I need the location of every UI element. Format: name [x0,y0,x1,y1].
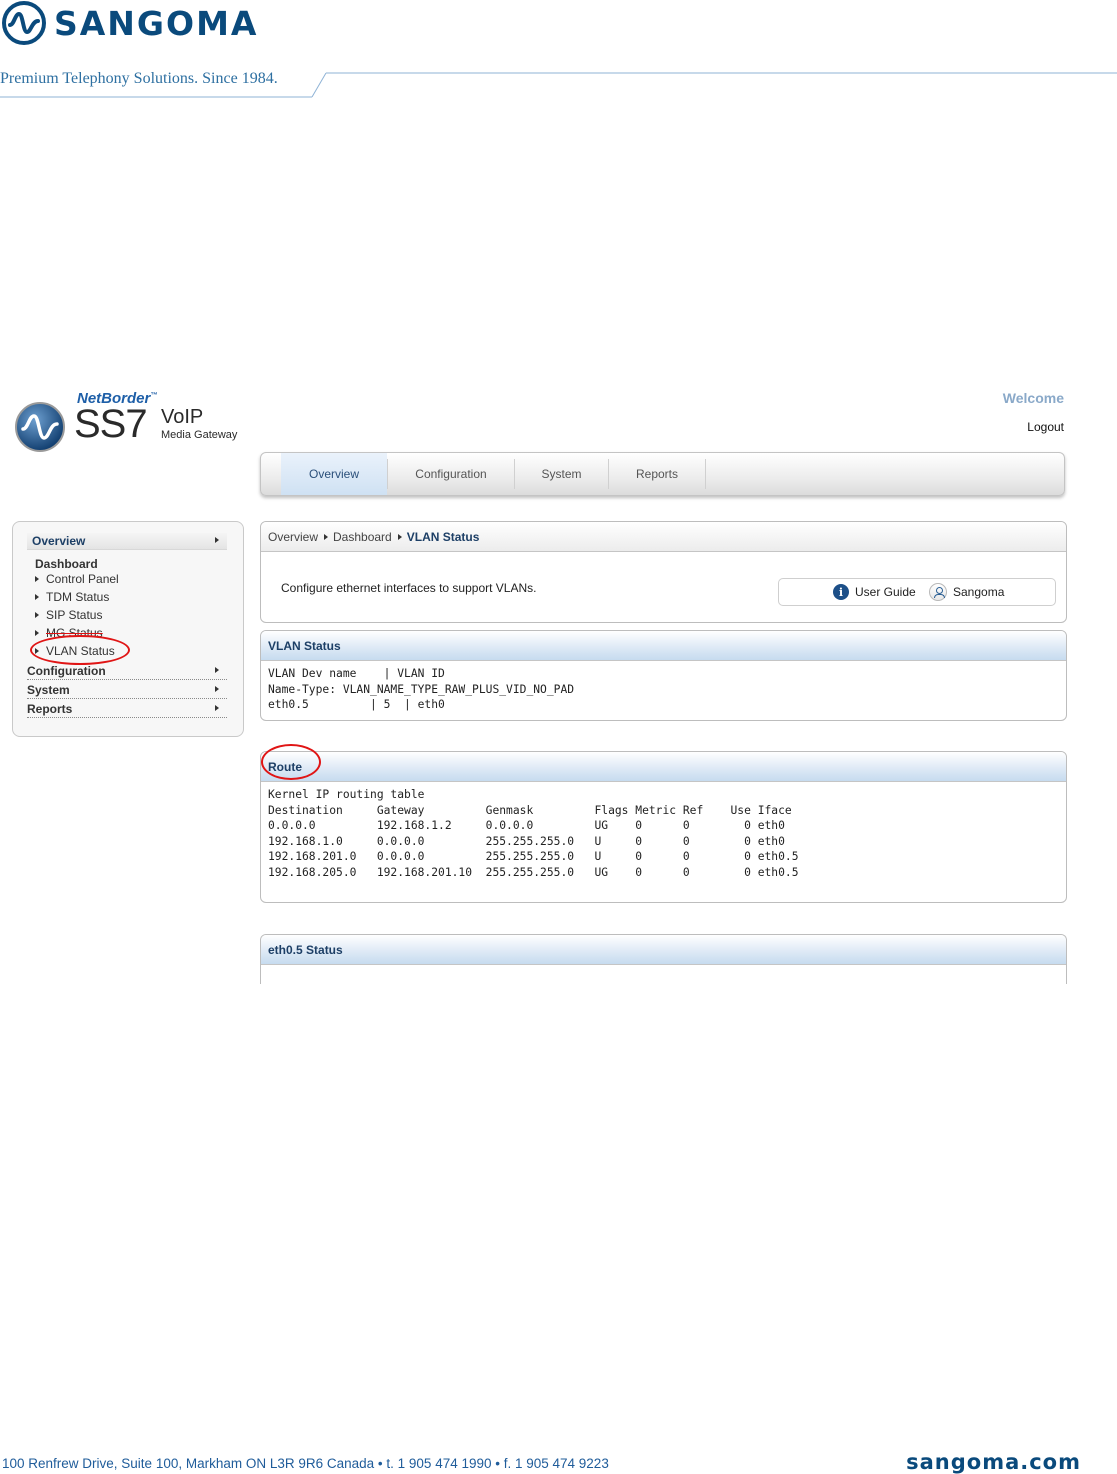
ss7-wordmark: SS7 [74,402,148,446]
bullet-arrow-icon [35,594,39,600]
sangoma-logo: SANGOMA [2,1,258,45]
footer-address: 100 Renfrew Drive, Suite 100, Markham ON… [2,1456,609,1471]
sidebar-item-tdm-status[interactable]: TDM Status [35,590,109,604]
route-title: Route [261,752,1066,782]
sangoma-link[interactable]: Sangoma [929,583,1004,601]
user-icon [929,583,947,601]
breadcrumb-separator-icon [324,534,329,540]
chevron-right-icon [215,667,219,673]
breadcrumb-current: VLAN Status [406,530,480,544]
sidebar-item-sip-status[interactable]: SIP Status [35,608,102,622]
media-gateway-label: Media Gateway [161,429,238,441]
netborder-wave-icon [15,402,65,452]
bullet-arrow-icon [35,576,39,582]
breadcrumb-separator-icon [397,534,402,540]
footer-website[interactable]: sangoma.com [906,1450,1081,1474]
vlan-status-title: VLAN Status [261,631,1066,661]
vlan-status-panel: VLAN Status VLAN Dev name | VLAN ID Name-… [260,630,1067,721]
eth0-5-status-title: eth0.5 Status [261,935,1066,965]
sidebar-system[interactable]: System [27,682,227,699]
document-header: SANGOMA Premium Telephony Solutions. Sin… [0,0,1117,100]
tab-reports[interactable]: Reports [609,453,705,495]
page-description: Configure ethernet interfaces to support… [281,581,537,595]
sidebar-configuration[interactable]: Configuration [27,663,227,680]
main-tab-bar: Overview Configuration System Reports [260,452,1065,496]
tagline: Premium Telephony Solutions. Since 1984. [0,70,278,87]
welcome-label: Welcome [1002,390,1064,406]
sidebar: Overview Dashboard Control Panel TDM Sta… [12,521,244,737]
sidebar-dashboard-heading: Dashboard [35,557,98,571]
bullet-arrow-icon [35,612,39,618]
route-panel: Route Kernel IP routing table Destination… [260,751,1067,903]
sidebar-reports[interactable]: Reports [27,701,227,718]
user-guide-link[interactable]: i User Guide [833,584,916,600]
tab-overview[interactable]: Overview [281,453,387,495]
vlan-status-output: VLAN Dev name | VLAN ID Name-Type: VLAN_N… [268,667,575,711]
chevron-right-icon [215,686,219,692]
highlight-ellipse-vlan-status [30,635,130,665]
sidebar-item-control-panel[interactable]: Control Panel [35,572,119,586]
tab-configuration[interactable]: Configuration [388,453,514,495]
sangoma-wordmark: SANGOMA [54,3,259,43]
eth0-5-status-panel: eth0.5 Status [260,934,1067,984]
chevron-right-icon [215,537,219,543]
tab-divider [705,459,706,489]
breadcrumb-overview[interactable]: Overview [268,530,318,544]
netborder-logo: NetBorder™ SS7 VoIP Media Gateway [14,390,244,452]
breadcrumb: Overview Dashboard VLAN Status [261,522,1066,552]
page-header-panel: Overview Dashboard VLAN Status Configure… [260,521,1067,623]
tab-system[interactable]: System [515,453,608,495]
breadcrumb-dashboard[interactable]: Dashboard [333,530,392,544]
info-icon: i [833,584,849,600]
route-table-output: Kernel IP routing table Destination Gatew… [268,788,799,879]
sangoma-wave-icon [2,1,46,45]
app-screenshot: NetBorder™ SS7 VoIP Media Gateway Welcom… [0,380,1117,984]
sidebar-overview[interactable]: Overview [27,533,227,550]
highlight-ellipse-route [261,744,321,780]
help-links: i User Guide Sangoma [778,578,1056,606]
bullet-arrow-icon [35,630,39,636]
voip-wordmark: VoIP [161,406,204,428]
chevron-right-icon [215,705,219,711]
logout-link[interactable]: Logout [1027,420,1064,434]
